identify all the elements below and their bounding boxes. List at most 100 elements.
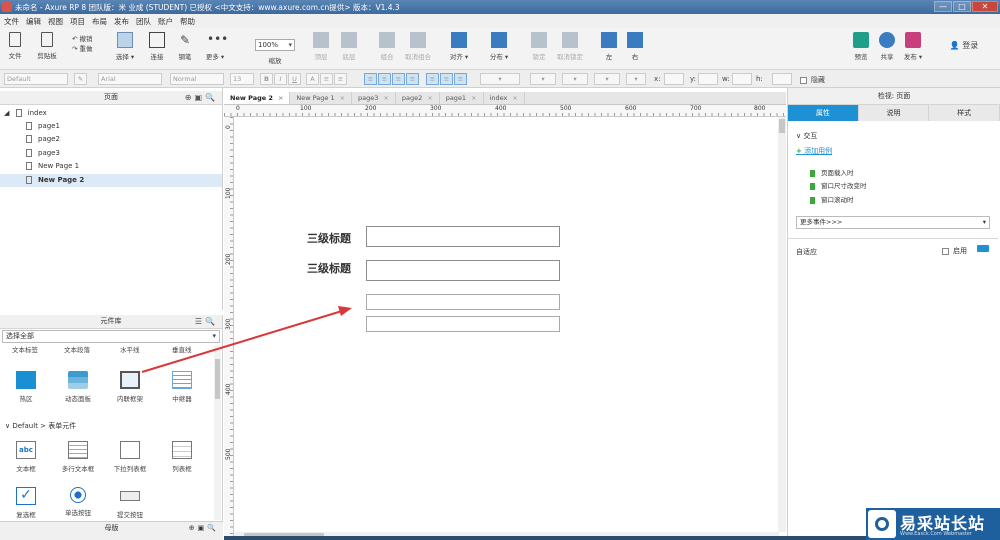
- more-button[interactable]: ••• 更多 ▾: [200, 32, 230, 61]
- event-page-load[interactable]: 页面载入时: [810, 167, 854, 177]
- tab-notes[interactable]: 说明: [858, 105, 930, 121]
- add-case-link[interactable]: + 添加用例: [796, 146, 832, 156]
- tab-page2[interactable]: page2 ×: [396, 92, 440, 104]
- lib-text-field[interactable]: abc 文本框: [4, 441, 48, 473]
- style-select[interactable]: Default: [4, 73, 68, 85]
- tree-item-page1[interactable]: page1: [0, 120, 222, 133]
- tree-item-index[interactable]: ◢ index: [0, 107, 222, 120]
- menu-file[interactable]: 文件: [4, 16, 19, 27]
- valign-top-icon[interactable]: ≡: [426, 73, 439, 85]
- menu-account[interactable]: 账户: [158, 16, 173, 27]
- bullet-icon[interactable]: ≡: [334, 73, 347, 85]
- bold-button[interactable]: B: [260, 73, 273, 85]
- library-filter-select[interactable]: 选择全部: [2, 330, 220, 343]
- tab-new-page-2[interactable]: New Page 2 ×: [224, 92, 291, 104]
- interaction-section-toggle[interactable]: ∨ 交互: [796, 131, 817, 141]
- align-right-icon[interactable]: ≡: [392, 73, 405, 85]
- distribute-button[interactable]: 分布 ▾: [484, 32, 514, 61]
- library-panel-actions[interactable]: ☰🔍: [195, 315, 218, 328]
- bring-top-button[interactable]: 顶层: [306, 32, 336, 61]
- tab-close-icon[interactable]: ×: [340, 94, 345, 102]
- login-button[interactable]: 👤 登录: [944, 40, 984, 51]
- lib-label-text[interactable]: 文本标签: [12, 345, 38, 353]
- tree-item-new-page-1[interactable]: New Page 1: [0, 160, 222, 173]
- right-button[interactable]: 右: [620, 32, 650, 61]
- tab-index[interactable]: index ×: [484, 92, 525, 104]
- maximize-button[interactable]: □: [953, 1, 971, 12]
- lib-checkbox[interactable]: ✓ 复选框: [4, 487, 48, 519]
- valign-middle-icon[interactable]: ≡: [440, 73, 453, 85]
- lib-hline[interactable]: 水平线: [120, 345, 140, 353]
- lib-paragraph-text[interactable]: 文本段落: [64, 345, 90, 353]
- line-color-select[interactable]: ▾: [530, 73, 556, 85]
- event-window-resize[interactable]: 窗口尺寸改变时: [810, 180, 867, 190]
- lib-repeater[interactable]: 中继器: [160, 371, 204, 403]
- canvas-text-field-3[interactable]: [366, 294, 560, 310]
- x-input[interactable]: [664, 73, 684, 85]
- lib-text-area[interactable]: 多行文本框: [56, 441, 100, 473]
- align-button[interactable]: 对齐 ▾: [444, 32, 474, 61]
- tab-page3[interactable]: page3 ×: [352, 92, 396, 104]
- undo-button[interactable]: ↶ 撤销: [72, 34, 93, 44]
- event-window-scroll[interactable]: 窗口滚动时: [810, 194, 854, 204]
- menu-team[interactable]: 团队: [136, 16, 151, 27]
- h-input[interactable]: [772, 73, 792, 85]
- menu-view[interactable]: 视图: [48, 16, 63, 27]
- menu-publish[interactable]: 发布: [114, 16, 129, 27]
- master-panel-actions[interactable]: ⊕▣🔍: [189, 522, 219, 534]
- tab-close-icon[interactable]: ×: [471, 94, 476, 102]
- font-weight-select[interactable]: Normal: [170, 73, 224, 85]
- align-center-icon[interactable]: ≡: [378, 73, 391, 85]
- tab-page1[interactable]: page1 ×: [440, 92, 484, 104]
- canvas-text-field-2[interactable]: [366, 260, 560, 281]
- line-width-select[interactable]: ▾: [562, 73, 588, 85]
- line-style-select[interactable]: ▾: [594, 73, 620, 85]
- unlock-button[interactable]: 取消锁定: [552, 32, 588, 61]
- tab-close-icon[interactable]: ×: [512, 94, 517, 102]
- pages-panel-actions[interactable]: ⊕▣🔍: [185, 91, 218, 104]
- lib-vline[interactable]: 垂直线: [172, 345, 192, 353]
- underline-button[interactable]: U: [288, 73, 301, 85]
- fill-color-select[interactable]: ▾: [480, 73, 520, 85]
- menu-help[interactable]: 帮助: [180, 16, 195, 27]
- lock-button[interactable]: 锁定: [524, 32, 554, 61]
- tab-close-icon[interactable]: ×: [427, 94, 432, 102]
- y-input[interactable]: [698, 73, 718, 85]
- publish-button[interactable]: 发布 ▾: [898, 32, 928, 61]
- style-edit-icon[interactable]: ✎: [74, 73, 87, 85]
- canvas-heading-1[interactable]: 三级标题: [307, 230, 351, 246]
- minimize-button[interactable]: —: [934, 1, 952, 12]
- tab-new-page-1[interactable]: New Page 1 ×: [290, 92, 353, 104]
- pen-button[interactable]: ✎ 钢笔: [170, 32, 200, 61]
- tab-properties[interactable]: 属性: [788, 105, 859, 121]
- lib-submit[interactable]: 提交按钮: [108, 487, 152, 519]
- lib-droplist[interactable]: 下拉列表框: [108, 441, 152, 473]
- connect-button[interactable]: 连接: [142, 32, 172, 61]
- valign-bottom-icon[interactable]: ≡: [454, 73, 467, 85]
- italic-button[interactable]: I: [274, 73, 287, 85]
- tree-item-page2[interactable]: page2: [0, 133, 222, 146]
- tab-close-icon[interactable]: ×: [278, 94, 283, 102]
- lib-dynamic-panel[interactable]: 动态面板: [56, 371, 100, 403]
- adaptive-enable-checkbox[interactable]: 启用: [942, 246, 967, 256]
- library-scrollbar[interactable]: [214, 345, 221, 520]
- ungroup-button[interactable]: 取消组合: [400, 32, 436, 61]
- more-events-select[interactable]: 更多事件>>>: [796, 216, 990, 229]
- group-button[interactable]: 组合: [372, 32, 402, 61]
- lib-hotspot[interactable]: 热区: [4, 371, 48, 403]
- canvas-heading-2[interactable]: 三级标题: [307, 260, 351, 276]
- canvas-vertical-scrollbar[interactable]: [778, 117, 786, 532]
- zoom-select[interactable]: 100%: [255, 39, 295, 51]
- adaptive-views-icon[interactable]: [977, 245, 989, 252]
- redo-button[interactable]: ↷ 重做: [72, 44, 93, 54]
- lib-radio[interactable]: 单选按钮: [56, 487, 100, 517]
- lib-inline-frame[interactable]: 内联框架: [108, 371, 152, 403]
- file-button[interactable]: 文件: [0, 32, 30, 60]
- select-button[interactable]: 选择 ▾: [110, 32, 140, 61]
- font-color-icon[interactable]: A: [306, 73, 319, 85]
- menu-project[interactable]: 项目: [70, 16, 85, 27]
- arrow-style-select[interactable]: ▾: [626, 73, 646, 85]
- design-canvas[interactable]: 0 100 200 300 400 500 600 700 800 0 100 …: [224, 105, 786, 540]
- lib-listbox[interactable]: 列表框: [160, 441, 204, 473]
- font-size-select[interactable]: 13: [230, 73, 254, 85]
